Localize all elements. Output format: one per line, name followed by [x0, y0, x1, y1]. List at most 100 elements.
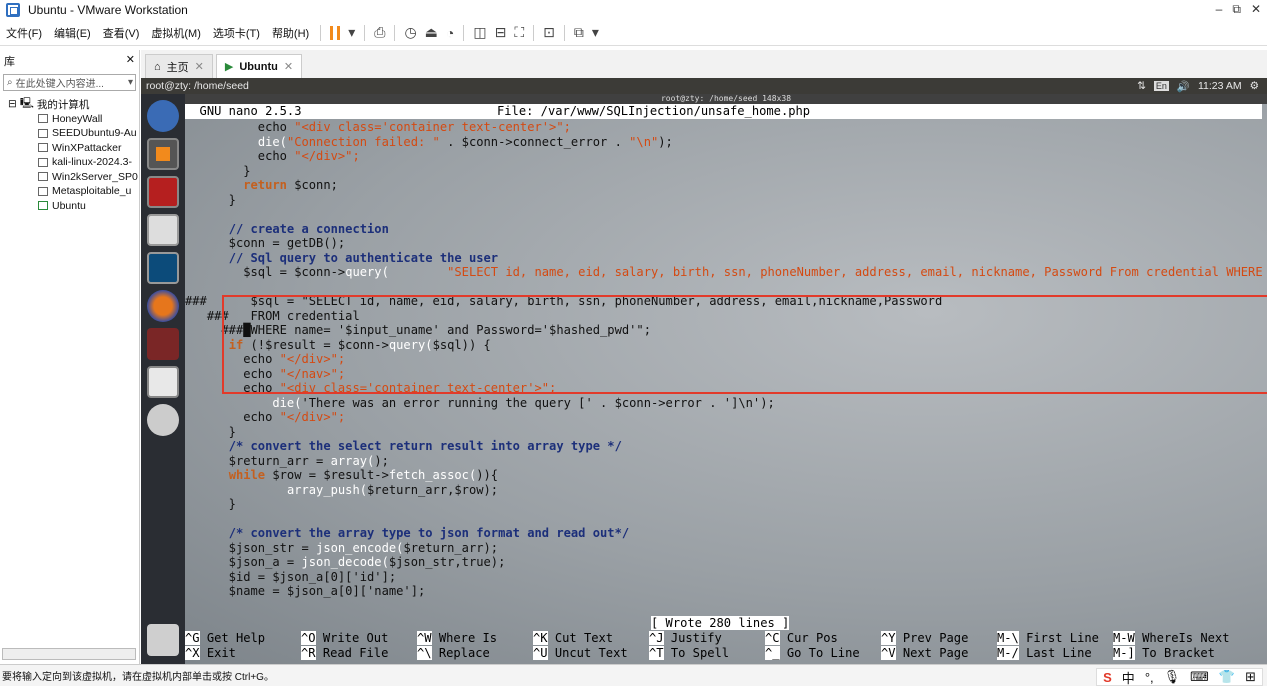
code-line[interactable]: echo "</div>";	[185, 149, 360, 164]
code-token: }	[185, 424, 236, 439]
code-token: "<div class='container text-center'>";	[294, 120, 571, 134]
network-icon[interactable]: ⇅	[1137, 80, 1146, 92]
code-line[interactable]: die("Connection failed: " . $conn->conne…	[185, 135, 673, 150]
dvd-icon[interactable]	[147, 404, 179, 436]
system-settings-icon[interactable]	[147, 328, 179, 360]
close-icon[interactable]: ✕	[284, 60, 293, 73]
code-line[interactable]: $json_str = json_encode($return_arr);	[185, 541, 498, 556]
vm-icon	[38, 128, 48, 138]
settings-gear-icon[interactable]: ⚙	[1250, 80, 1259, 92]
dash-icon[interactable]	[147, 100, 179, 132]
sogou-logo-icon[interactable]: S	[1103, 670, 1112, 685]
ime-mode-label[interactable]: 中	[1122, 668, 1135, 687]
chevron-down-icon[interactable]: ▾	[128, 77, 135, 88]
code-line[interactable]: }	[185, 425, 236, 440]
tree-item-ubuntu[interactable]: Ubuntu	[0, 199, 139, 214]
menu-edit[interactable]: 编辑(E)	[48, 25, 97, 41]
firefox-icon[interactable]	[147, 290, 179, 322]
shortcut-key: ^K	[533, 631, 548, 645]
tree-item-metasploitable[interactable]: Metasploitable_u	[0, 184, 139, 199]
snapshot-icon[interactable]: ◷	[404, 24, 416, 41]
library-search-input[interactable]: ⌕ 在此处键入内容进... ▾	[3, 74, 136, 91]
vm-display[interactable]: root@zty: /home/seed ⇅ En 🔊 11:23 AM ⚙ r…	[141, 78, 1267, 664]
tree-item-kali[interactable]: kali-linux-2024.3-	[0, 155, 139, 170]
skin-icon[interactable]: 👕	[1219, 669, 1235, 685]
revert-snapshot-icon[interactable]: ⏏	[425, 24, 438, 41]
code-line[interactable]: $conn = getDB();	[185, 236, 346, 251]
code-line[interactable]: }	[185, 164, 250, 179]
dropdown-arrow-icon[interactable]: ▾	[592, 24, 599, 41]
code-line[interactable]: // Sql query to authenticate the user	[185, 251, 498, 266]
code-line[interactable]: return $conn;	[185, 178, 338, 193]
files-icon[interactable]	[147, 214, 179, 246]
code-line[interactable]: echo "</div>";	[185, 410, 345, 425]
tab-home[interactable]: ⌂ 主页 ✕	[145, 54, 213, 78]
code-line[interactable]: $sql = $conn->query( "SELECT id, name, e…	[185, 265, 1267, 280]
tree-item-win2kserver[interactable]: Win2kServer_SP0	[0, 170, 139, 185]
library-close-button[interactable]: ✕	[126, 53, 135, 69]
code-line[interactable]: $name = $json_a[0]['name'];	[185, 584, 426, 599]
snapshot-manager-icon[interactable]: ◔	[446, 25, 454, 41]
tree-root-my-computer[interactable]: ⊟ 🖳 我的计算机	[0, 97, 139, 112]
app-red-icon[interactable]	[147, 176, 179, 208]
code-line[interactable]: }	[185, 193, 236, 208]
menu-file[interactable]: 文件(F)	[0, 25, 48, 41]
stretch-guest-icon[interactable]: ⧉	[574, 24, 584, 41]
menu-view[interactable]: 查看(V)	[97, 25, 146, 41]
code-line[interactable]: array_push($return_arr,$row);	[185, 483, 498, 498]
code-line[interactable]: $json_a = json_decode($json_str,true);	[185, 555, 506, 570]
show-library-icon[interactable]: ◫	[473, 24, 486, 41]
code-line[interactable]: /* convert the select return result into…	[185, 439, 622, 454]
code-line[interactable]: echo "<div class='container text-center'…	[185, 120, 571, 135]
nano-shortcut: M-/ Last Line	[997, 645, 1092, 661]
clock[interactable]: 11:23 AM	[1198, 80, 1242, 92]
sublime-icon[interactable]	[147, 138, 179, 170]
code-token: . $conn->connect_error .	[439, 134, 630, 149]
menu-vm[interactable]: 虚拟机(M)	[145, 25, 207, 41]
close-button[interactable]: ✕	[1251, 2, 1261, 17]
code-token: }	[185, 192, 236, 207]
close-icon[interactable]: ✕	[195, 60, 204, 73]
code-line[interactable]: die('There was an error running the quer…	[185, 396, 774, 411]
code-token: $sql = $conn->	[185, 265, 346, 279]
menu-help[interactable]: 帮助(H)	[266, 25, 315, 41]
tree-item-honeywall[interactable]: HoneyWall	[0, 112, 139, 127]
code-line[interactable]: $id = $json_a[0]['id'];	[185, 570, 396, 585]
keyboard-layout[interactable]: En	[1153, 81, 1169, 91]
menu-tabs[interactable]: 选项卡(T)	[207, 25, 266, 41]
punctuation-icon[interactable]: °,	[1145, 670, 1154, 685]
send-ctrl-alt-del-icon[interactable]: ⎙	[374, 24, 385, 41]
tree-item-winxpattacker[interactable]: WinXPattacker	[0, 141, 139, 156]
wireshark-icon[interactable]	[147, 252, 179, 284]
volume-icon[interactable]: 🔊	[1177, 80, 1190, 93]
full-screen-icon[interactable]: ⛶	[514, 24, 524, 41]
shortcut-label: Read File	[315, 645, 389, 660]
dropdown-arrow-icon[interactable]: ▾	[348, 24, 355, 41]
console-view-icon[interactable]: ⊡	[543, 24, 555, 41]
shortcut-label: Next Page	[895, 645, 969, 660]
thumbnail-bar-icon[interactable]: ⊟	[495, 24, 507, 41]
text-editor-icon[interactable]	[147, 366, 179, 398]
terminal-window[interactable]: root@zty: /home/seed 148x38 GNU nano 2.5…	[185, 94, 1267, 664]
microphone-icon[interactable]: 🎙	[1164, 669, 1181, 685]
toolbox-icon[interactable]: ⊞	[1245, 669, 1256, 685]
restore-button[interactable]: ⧉	[1232, 2, 1241, 17]
trash-icon[interactable]	[147, 624, 179, 656]
minimize-button[interactable]: –	[1216, 2, 1223, 17]
code-line[interactable]: }	[185, 497, 236, 512]
window-title: Ubuntu - VMware Workstation	[28, 3, 188, 17]
library-horizontal-scrollbar[interactable]	[2, 648, 136, 660]
tree-item-seedubuntu[interactable]: SEEDUbuntu9-Au	[0, 126, 139, 141]
code-line[interactable]: /* convert the array type to json format…	[185, 526, 629, 541]
code-line[interactable]: $return_arr = array();	[185, 454, 389, 469]
keyboard-icon[interactable]: ⌨	[1190, 669, 1209, 685]
pause-icon[interactable]	[330, 25, 341, 40]
code-line[interactable]: while $row = $result->fetch_assoc()){	[185, 468, 498, 483]
shortcut-label: Last Line	[1018, 645, 1092, 660]
tab-ubuntu[interactable]: ▶ Ubuntu ✕	[215, 54, 303, 78]
code-line[interactable]: // create a connection	[185, 222, 389, 237]
collapse-icon[interactable]: ⊟	[8, 98, 17, 110]
